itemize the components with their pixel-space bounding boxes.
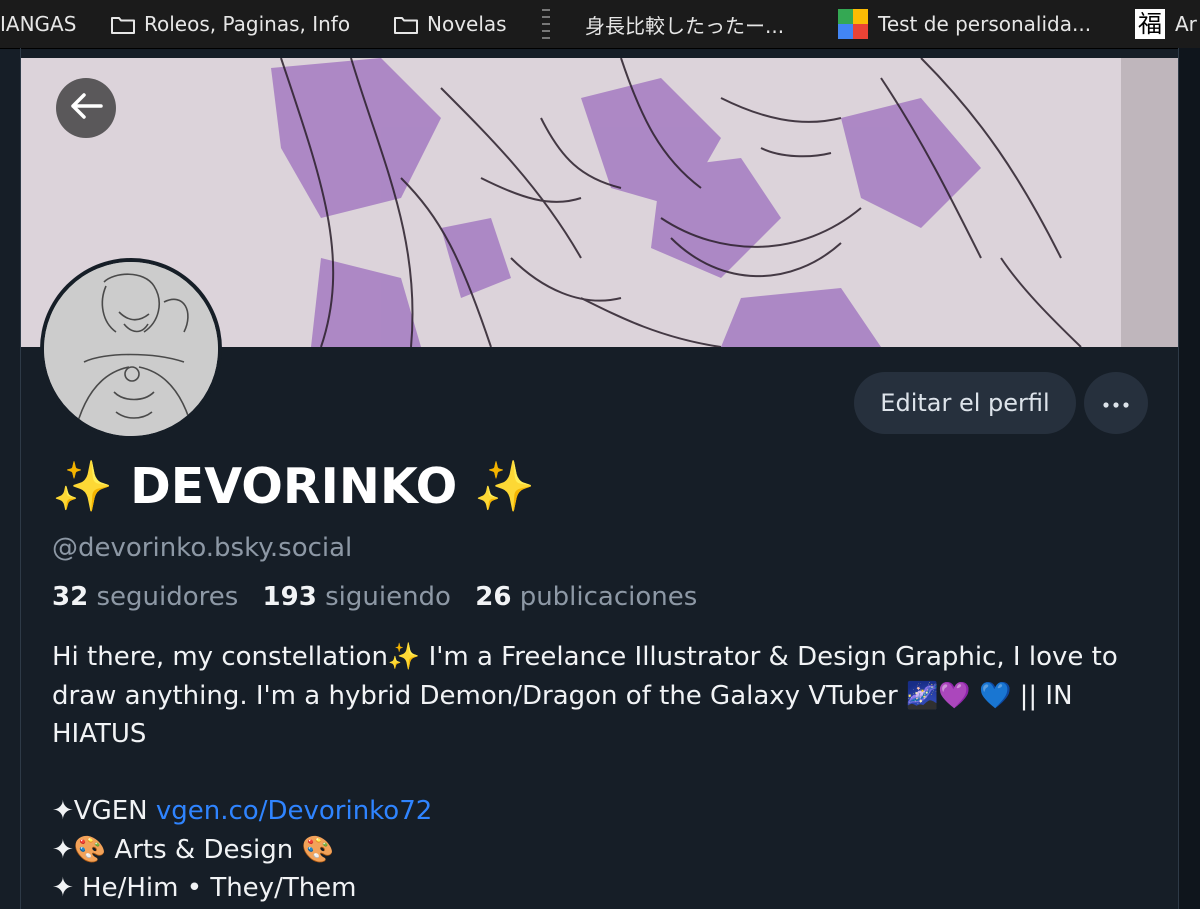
profile-stats: 32 seguidores 193 siguiendo 26 publicaci… xyxy=(52,582,697,612)
dotted-favicon-icon xyxy=(540,9,552,39)
vgen-link[interactable]: vgen.co/Devorinko72 xyxy=(156,796,432,826)
following-count: 193 xyxy=(262,582,317,612)
kanji-favicon-icon: 福 xyxy=(1135,9,1165,39)
more-dots-icon xyxy=(1102,394,1130,413)
bio-vgen-line: ✦VGEN vgen.co/Devorinko72 xyxy=(52,792,1162,831)
followers-stat[interactable]: 32 seguidores xyxy=(52,582,238,612)
profile-bio: Hi there, my constellation✨ I'm a Freela… xyxy=(52,638,1162,908)
bio-pronouns-line: ✦ He/Him • They/Them xyxy=(52,873,357,903)
bio-arts-line: ✦🎨 Arts & Design 🎨 xyxy=(52,834,334,865)
posts-count: 26 xyxy=(475,582,512,612)
back-button[interactable] xyxy=(56,78,116,138)
posts-label: publicaciones xyxy=(519,582,698,612)
avatar[interactable] xyxy=(40,258,222,440)
bio-intro: Hi there, my constellation✨ I'm a Freela… xyxy=(52,642,1118,749)
bookmark-label: Novelas xyxy=(427,12,507,36)
bookmark-shinchou[interactable]: 身長比較したったー... xyxy=(585,0,784,48)
bookmark-dotted[interactable] xyxy=(540,0,552,48)
bookmark-ar[interactable]: 福 Ar xyxy=(1135,0,1197,48)
bookmarks-bar: IANGAS Roleos, Paginas, Info Novelas 身長比… xyxy=(0,0,1200,49)
bookmark-mangas[interactable]: IANGAS xyxy=(0,0,76,48)
folder-icon xyxy=(393,15,418,34)
bookmark-label: Test de personalida... xyxy=(878,12,1092,36)
followers-count: 32 xyxy=(52,582,89,612)
bookmark-label: Roleos, Paginas, Info xyxy=(144,12,351,36)
bookmark-label: Ar xyxy=(1175,12,1197,36)
arrow-left-icon xyxy=(69,92,103,124)
avatar-image xyxy=(44,262,218,436)
more-options-button[interactable] xyxy=(1084,372,1148,434)
edit-profile-button[interactable]: Editar el perfil xyxy=(854,372,1076,434)
bookmark-label: IANGAS xyxy=(0,12,77,36)
google-sheets-favicon-icon xyxy=(838,9,868,39)
right-gutter xyxy=(1179,48,1200,909)
bookmark-label: 身長比較したったー... xyxy=(585,13,785,38)
handle: @devorinko.bsky.social xyxy=(52,533,353,563)
followers-label: seguidores xyxy=(96,582,239,612)
folder-icon xyxy=(110,15,135,34)
bookmark-folder-roleos[interactable]: Roleos, Paginas, Info xyxy=(110,0,350,48)
posts-stat: 26 publicaciones xyxy=(475,582,697,612)
bio-vgen-prefix: ✦VGEN xyxy=(52,796,156,826)
display-name: ✨ DEVORINKO ✨ xyxy=(52,458,536,515)
following-stat[interactable]: 193 siguiendo xyxy=(263,582,451,612)
bookmark-folder-novelas[interactable]: Novelas xyxy=(393,0,507,48)
bookmark-test[interactable]: Test de personalida... xyxy=(838,0,1091,48)
following-label: siguiendo xyxy=(325,582,451,612)
